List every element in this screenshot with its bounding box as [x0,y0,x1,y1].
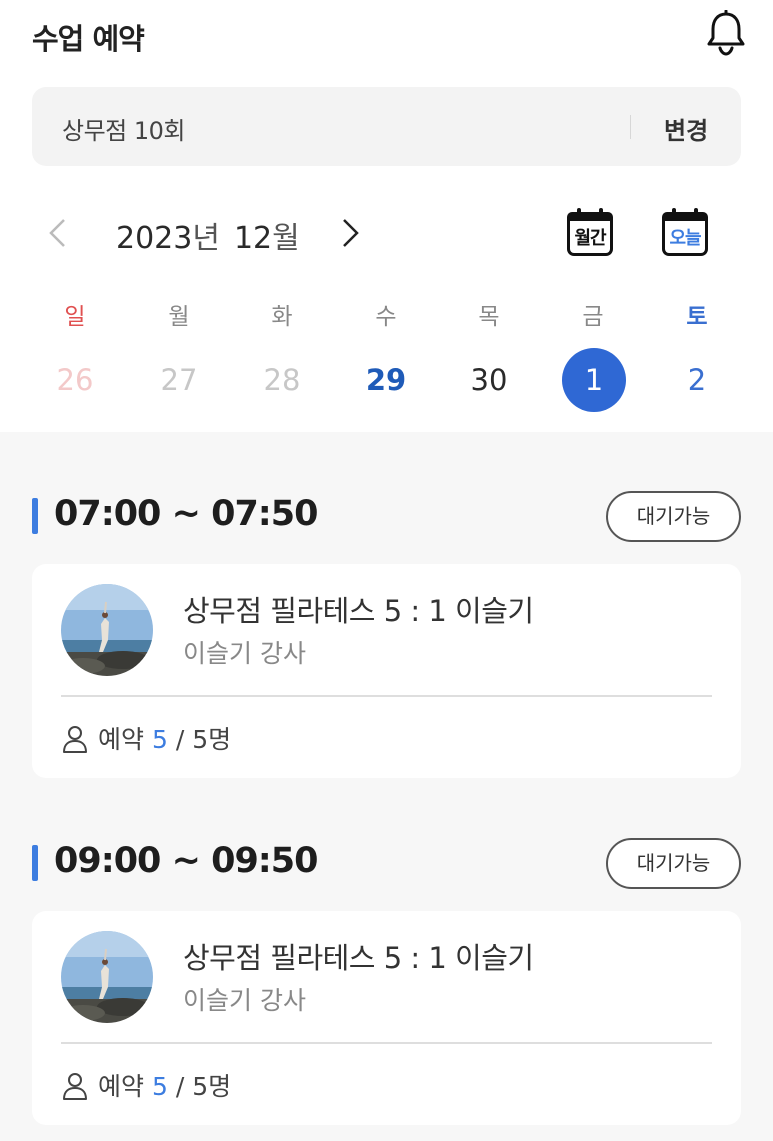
change-ticket-button[interactable]: 변경 [664,111,708,146]
waitlist-button[interactable]: 대기가능 [606,491,741,542]
header-section: 수업 예약 상무점 10회 변경 2023년 12월 월간 오늘 일 월 화 수 … [0,0,773,432]
booked-count: 5 [151,725,168,754]
class-card[interactable]: 상무점 필라테스 5 : 1 이슬기 이슬기 강사 예약 5 / 5명 [32,911,741,1125]
bell-icon[interactable] [704,10,748,56]
booking-count: 예약 5 / 5명 [98,720,231,756]
weekday-wed: 수 [375,304,397,330]
person-icon [63,726,87,753]
instructor-avatar [61,931,153,1023]
today-button[interactable]: 오늘 [662,208,710,258]
day-cell[interactable]: 26 [43,360,107,400]
capacity: / 5명 [175,1072,232,1101]
weekday-tue: 화 [271,304,293,330]
class-name: 상무점 필라테스 5 : 1 이슬기 [183,941,534,975]
year-value: 2023 [116,221,193,256]
instructor-name: 이슬기 강사 [183,986,306,1015]
slot-time: 07:00 ~ 07:50 [54,494,319,534]
booking-label: 예약 [98,725,145,754]
weekday-mon: 월 [168,304,190,330]
chevron-right-icon[interactable] [338,214,364,252]
month-value: 12 [233,221,273,256]
divider [61,695,712,697]
month-label: 2023년 12월 [116,213,300,257]
weekday-fri: 금 [582,304,604,330]
person-icon [63,1073,87,1100]
month-view-button[interactable]: 월간 [567,208,615,258]
day-cell[interactable]: 2 [665,360,729,400]
time-accent-bar [32,498,38,534]
month-view-label: 월간 [574,228,606,249]
class-card[interactable]: 상무점 필라테스 5 : 1 이슬기 이슬기 강사 예약 5 / 5명 [32,564,741,778]
day-cell[interactable]: 28 [250,360,314,400]
today-label: 오늘 [669,228,701,249]
waitlist-button[interactable]: 대기가능 [606,838,741,889]
ticket-name: 상무점 10회 [62,117,186,145]
booking-count: 예약 5 / 5명 [98,1067,231,1103]
weekday-sun: 일 [64,304,86,330]
divider [61,1042,712,1044]
year-unit: 년 [192,221,220,256]
month-unit: 월 [272,221,300,256]
instructor-name: 이슬기 강사 [183,639,306,668]
chevron-left-icon[interactable] [44,214,70,252]
capacity: / 5명 [175,725,232,754]
day-cell-today[interactable]: 29 [354,360,418,400]
divider [630,115,631,139]
day-cell-selected[interactable]: 1 [562,348,626,412]
weekday-thu: 목 [478,304,500,330]
weekday-sat: 토 [686,304,708,330]
class-name: 상무점 필라테스 5 : 1 이슬기 [183,594,534,628]
slot-time: 09:00 ~ 09:50 [54,841,319,881]
booked-count: 5 [151,1072,168,1101]
time-accent-bar [32,845,38,881]
day-cell[interactable]: 30 [457,360,521,400]
booking-label: 예약 [98,1072,145,1101]
instructor-avatar [61,584,153,676]
page-title: 수업 예약 [32,22,145,56]
ticket-selector: 상무점 10회 변경 [32,87,741,166]
day-cell[interactable]: 27 [147,360,211,400]
